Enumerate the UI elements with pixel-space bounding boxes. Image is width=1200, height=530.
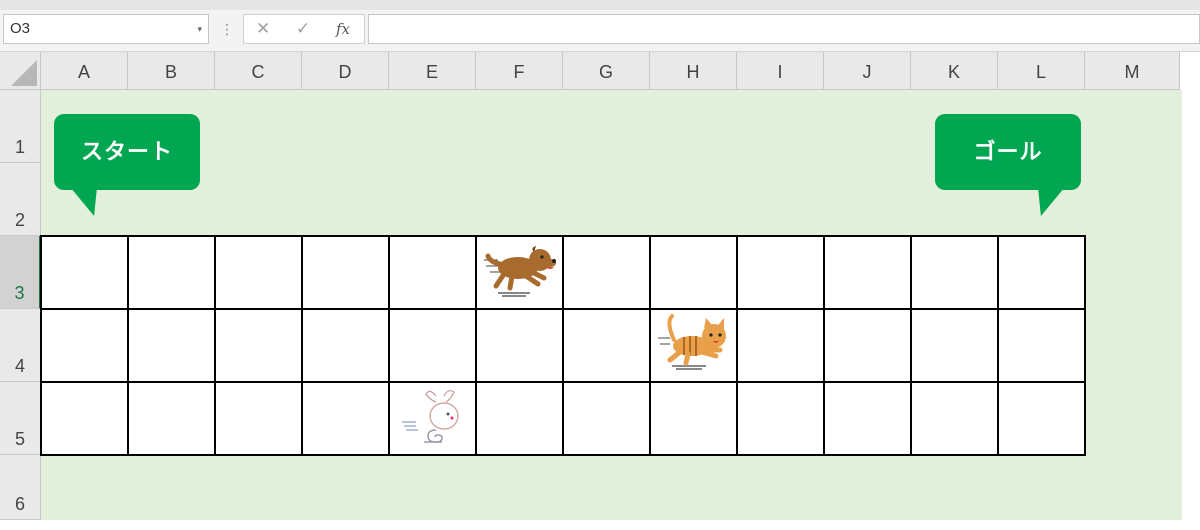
- row-header-3[interactable]: 3: [0, 236, 41, 309]
- race-cell-i5[interactable]: [736, 381, 825, 456]
- column-header-a[interactable]: A: [41, 52, 128, 90]
- race-cell-i3[interactable]: [736, 235, 825, 310]
- race-cell-c4[interactable]: [214, 308, 303, 383]
- race-cell-g3[interactable]: [562, 235, 651, 310]
- drag-handle-icon[interactable]: ⋮: [220, 18, 234, 40]
- goal-bubble: ゴール: [935, 114, 1081, 216]
- race-cell-k3[interactable]: [910, 235, 999, 310]
- column-header-e[interactable]: E: [389, 52, 476, 90]
- dog-image[interactable]: [482, 240, 560, 302]
- formula-buttons: ✕ ✓ fx: [243, 14, 365, 44]
- race-cell-e4[interactable]: [388, 308, 477, 383]
- start-label: スタート: [80, 139, 173, 164]
- race-cell-d5[interactable]: [301, 381, 390, 456]
- race-cell-k4[interactable]: [910, 308, 999, 383]
- race-cell-l5[interactable]: [997, 381, 1086, 456]
- row-header-4[interactable]: 4: [0, 309, 41, 382]
- race-cell-b3[interactable]: [127, 235, 216, 310]
- race-cell-c5[interactable]: [214, 381, 303, 456]
- row-number: 2: [14, 210, 25, 230]
- race-cell-d4[interactable]: [301, 308, 390, 383]
- column-header-g[interactable]: G: [563, 52, 650, 90]
- formula-input[interactable]: [368, 14, 1200, 44]
- cancel-icon[interactable]: ✕: [256, 15, 270, 43]
- row-number: 1: [14, 137, 25, 157]
- column-header-i[interactable]: I: [737, 52, 824, 90]
- race-cell-k5[interactable]: [910, 381, 999, 456]
- column-header-b[interactable]: B: [128, 52, 215, 90]
- column-header-l[interactable]: L: [998, 52, 1085, 90]
- name-box-dropdown-icon[interactable]: ▾: [197, 15, 202, 43]
- column-header-k[interactable]: K: [911, 52, 998, 90]
- race-cell-l4[interactable]: [997, 308, 1086, 383]
- formula-bar: O3 ▾ ⋮ ✕ ✓ fx: [0, 0, 1200, 52]
- row-number: 5: [14, 429, 25, 449]
- row-number: 3: [14, 283, 25, 303]
- row-header-6[interactable]: 6: [0, 455, 41, 520]
- race-cell-b5[interactable]: [127, 381, 216, 456]
- goal-label: ゴール: [973, 139, 1043, 164]
- column-header-j[interactable]: J: [824, 52, 911, 90]
- column-header-m[interactable]: M: [1085, 52, 1180, 90]
- race-cell-j5[interactable]: [823, 381, 912, 456]
- race-cell-g5[interactable]: [562, 381, 651, 456]
- race-cell-a5[interactable]: [40, 381, 129, 456]
- race-cell-j4[interactable]: [823, 308, 912, 383]
- race-cell-j3[interactable]: [823, 235, 912, 310]
- race-cell-l3[interactable]: [997, 235, 1086, 310]
- insert-function-icon[interactable]: fx: [336, 15, 350, 43]
- race-cell-f4[interactable]: [475, 308, 564, 383]
- race-cell-f5[interactable]: [475, 381, 564, 456]
- race-cell-a4[interactable]: [40, 308, 129, 383]
- race-cell-g4[interactable]: [562, 308, 651, 383]
- enter-icon[interactable]: ✓: [296, 15, 310, 43]
- start-bubble: スタート: [54, 114, 200, 216]
- column-header-f[interactable]: F: [476, 52, 563, 90]
- race-cell-h3[interactable]: [649, 235, 738, 310]
- rabbit-image[interactable]: [400, 386, 474, 450]
- row-header-5[interactable]: 5: [0, 382, 41, 455]
- select-all-button[interactable]: [0, 52, 41, 90]
- row-header-2[interactable]: 2: [0, 163, 41, 236]
- row-number: 4: [14, 356, 25, 376]
- name-box[interactable]: O3 ▾: [3, 14, 209, 44]
- column-header-h[interactable]: H: [650, 52, 737, 90]
- row-number: 6: [14, 494, 25, 514]
- race-cell-c3[interactable]: [214, 235, 303, 310]
- race-cell-a3[interactable]: [40, 235, 129, 310]
- race-cell-i4[interactable]: [736, 308, 825, 383]
- cat-image[interactable]: [656, 312, 734, 374]
- column-header-c[interactable]: C: [215, 52, 302, 90]
- row-header-1[interactable]: 1: [0, 90, 41, 163]
- race-cell-b4[interactable]: [127, 308, 216, 383]
- column-header-d[interactable]: D: [302, 52, 389, 90]
- race-cell-e3[interactable]: [388, 235, 477, 310]
- race-cell-h5[interactable]: [649, 381, 738, 456]
- race-cell-d3[interactable]: [301, 235, 390, 310]
- ribbon-edge: [0, 0, 1200, 10]
- name-box-value: O3: [10, 20, 31, 37]
